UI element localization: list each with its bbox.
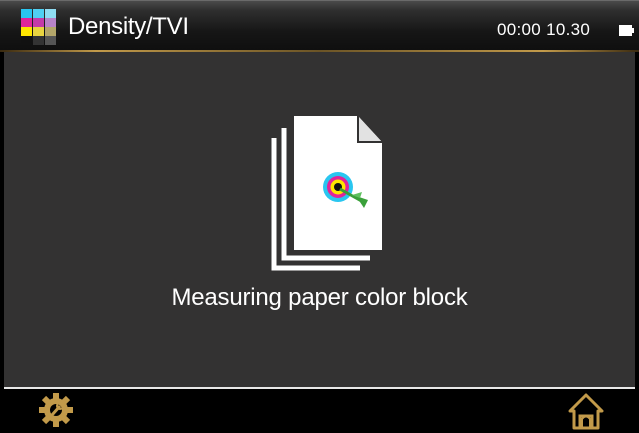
clock-readout: 00:00 10.30 [497,20,591,39]
title-bar: Density/TVI 00:00 10.30 [0,0,639,52]
settings-gear-icon[interactable] [38,392,74,428]
battery-icon [619,25,634,36]
cmyk-color-grid-icon [21,9,56,45]
home-icon[interactable] [566,391,606,431]
stacked-documents-with-target-icon [271,116,382,271]
status-message: Measuring paper color block [171,284,468,311]
main-panel: Measuring paper color block [4,52,635,387]
app-title: Density/TVI [68,13,189,40]
bottom-toolbar [0,389,639,433]
